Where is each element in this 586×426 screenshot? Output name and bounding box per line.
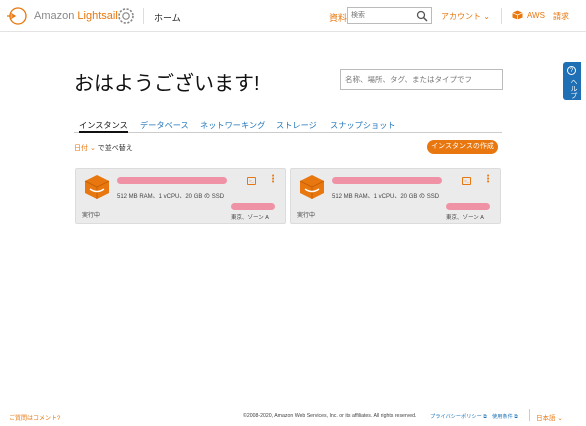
lightsail-logo[interactable]: Amazon Lightsail: [6, 6, 118, 26]
chevron-down-icon: ⌄: [557, 415, 563, 422]
page-greeting: おはようございます!: [74, 73, 260, 95]
resources-link[interactable]: 資料: [329, 11, 347, 24]
logo-text: Amazon Lightsail: [34, 10, 118, 22]
settings-gear-icon[interactable]: [116, 6, 136, 26]
resource-tabs: インスタンス データベース ネットワーキング ストレージ スナップショット: [74, 117, 502, 133]
resource-filter[interactable]: [340, 69, 503, 90]
terminal-icon[interactable]: >_: [462, 177, 471, 185]
resource-filter-input[interactable]: [345, 70, 500, 89]
top-navigation-bar: Amazon Lightsail ホーム 資料 アカウント ⌄ AWS 請求: [0, 0, 586, 32]
header-divider: [143, 8, 144, 24]
instance-icon: [84, 175, 110, 199]
lightsail-logo-icon: [7, 7, 27, 25]
instance-card[interactable]: 512 MB RAM、1 vCPU、20 GB の SSD >_ ⋮ 実行中 東…: [290, 168, 501, 224]
instance-ip-redacted: [231, 203, 275, 210]
language-selector[interactable]: 日本語 ⌄: [536, 412, 563, 422]
tab-snapshots[interactable]: スナップショット: [330, 119, 396, 131]
sort-label: で並べ替え: [95, 145, 133, 152]
instance-name-redacted: [332, 177, 442, 184]
help-icon: ?: [567, 66, 576, 75]
instance-name-redacted: [117, 177, 227, 184]
tab-databases[interactable]: データベース: [140, 119, 189, 131]
copyright-text: ©2008-2020, Amazon Web Services, Inc. or…: [243, 413, 417, 419]
tab-storage[interactable]: ストレージ: [276, 119, 317, 131]
sort-value[interactable]: 日付: [74, 145, 88, 152]
more-options-icon[interactable]: ⋮: [268, 175, 278, 185]
instance-ip-redacted: [446, 203, 490, 210]
instance-zone: 東京、ゾーン A: [446, 215, 484, 221]
instance-status: 実行中: [82, 213, 101, 219]
instance-spec: 512 MB RAM、1 vCPU、20 GB の SSD: [117, 194, 225, 200]
sort-control[interactable]: 日付 ⌄ で並べ替え: [74, 143, 133, 153]
aws-label: AWS: [527, 10, 545, 20]
instance-icon: [299, 175, 325, 199]
tab-instances[interactable]: インスタンス: [79, 119, 128, 133]
create-instance-button[interactable]: インスタンスの作成: [427, 140, 498, 154]
privacy-policy-link[interactable]: プライバシーポリシー ⧉: [430, 413, 487, 421]
chevron-down-icon: ⌄: [483, 12, 490, 21]
header-divider: [501, 8, 502, 24]
instance-status: 実行中: [297, 213, 316, 219]
account-label: アカウント: [441, 12, 481, 21]
instance-card[interactable]: 512 MB RAM、1 vCPU、20 GB の SSD >_ ⋮ 実行中 東…: [75, 168, 286, 224]
help-label: ヘルプ: [570, 78, 577, 99]
cube-icon: [512, 10, 523, 20]
terminal-icon[interactable]: >_: [247, 177, 256, 185]
instance-zone: 東京、ゾーン A: [231, 215, 269, 221]
footer-divider: [529, 409, 530, 421]
terms-of-use-link[interactable]: 使用条件 ⧉: [492, 413, 518, 421]
search-icon[interactable]: [416, 10, 428, 22]
more-options-icon[interactable]: ⋮: [483, 175, 493, 185]
aws-console-link[interactable]: AWS: [512, 10, 545, 20]
help-side-tab[interactable]: ? ヘルプ: [563, 62, 581, 100]
account-menu[interactable]: アカウント ⌄: [441, 11, 490, 22]
feedback-link[interactable]: ご質問はコメント?: [9, 413, 60, 422]
billing-link[interactable]: 請求: [553, 11, 569, 22]
home-link[interactable]: ホーム: [154, 11, 181, 24]
instance-spec: 512 MB RAM、1 vCPU、20 GB の SSD: [332, 194, 440, 200]
header-search[interactable]: [347, 7, 432, 24]
language-label: 日本語: [536, 415, 556, 422]
tab-networking[interactable]: ネットワーキング: [200, 119, 265, 131]
header-search-input[interactable]: [351, 8, 415, 23]
